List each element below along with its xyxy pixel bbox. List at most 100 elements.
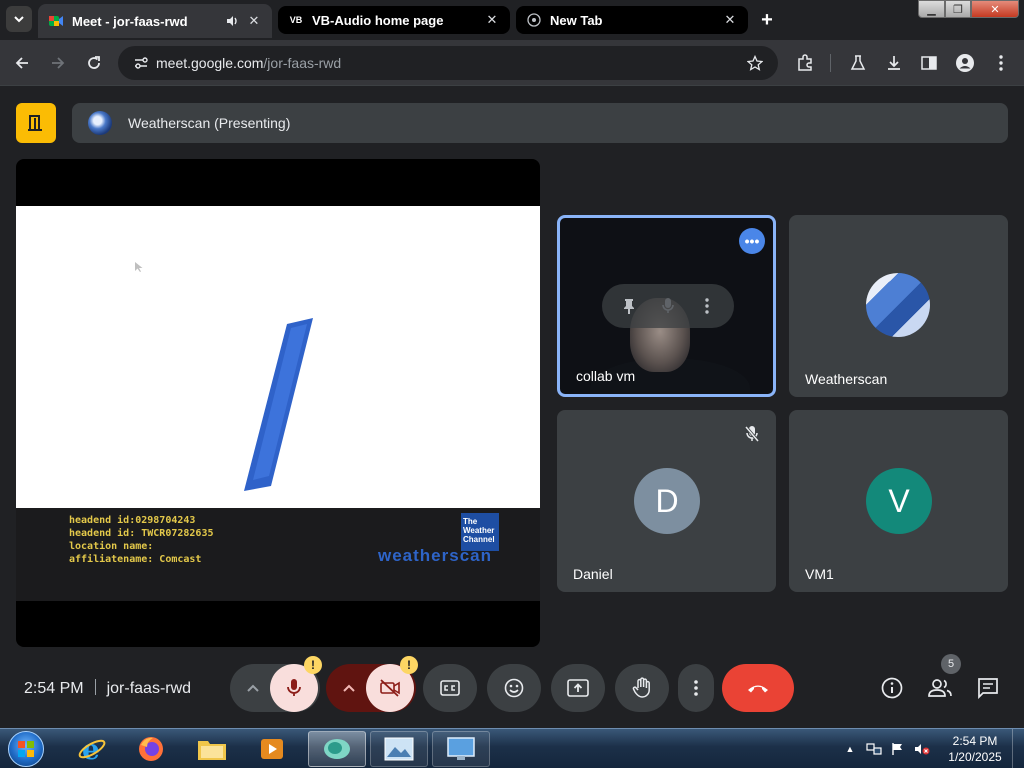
taskbar-clock[interactable]: 2:54 PM 1/20/2025 [940,733,1010,765]
pin-icon[interactable] [615,292,643,320]
profile-button[interactable] [952,50,978,76]
window-restore-button[interactable]: ❐ [945,0,971,18]
weatherscan-rotating-panel [244,318,313,491]
raise-hand-button[interactable] [615,664,669,712]
more-options-button[interactable]: ••• [739,228,765,254]
meeting-info-button[interactable] [878,674,906,702]
chat-icon [978,678,998,699]
firefox-taskbar-button[interactable] [127,731,175,767]
media-player-taskbar-button[interactable] [248,731,296,767]
window-minimize-button[interactable]: ▁ [918,0,945,18]
closed-caption-icon [440,680,460,696]
action-center-flag-icon[interactable] [890,741,906,757]
warning-badge: ! [304,656,322,674]
logo-line: The [463,517,478,526]
captions-button[interactable] [423,664,477,712]
chrome-taskbar-button[interactable] [308,731,366,767]
logo-line: Channel [463,535,495,544]
labs-button[interactable] [845,50,871,76]
tab-meet[interactable]: Meet - jor-faas-rwd ✕ [38,4,272,38]
side-panel-button[interactable] [916,50,942,76]
meeting-clock: 2:54 PM jor-faas-rwd [24,679,191,698]
chrome-menu-button[interactable] [988,50,1014,76]
tab-meet-label: Meet - jor-faas-rwd [72,13,188,29]
show-hidden-icons-button[interactable]: ▲ [842,741,858,757]
presenting-label: Weatherscan (Presenting) [128,115,291,131]
new-tab-button[interactable]: + [754,7,780,33]
close-icon[interactable]: ✕ [246,13,262,29]
screen: Meet - jor-faas-rwd ✕ VB VB-Audio home p… [0,0,1024,768]
site-info-icon[interactable] [126,55,156,71]
leave-call-button[interactable] [722,664,794,712]
internet-explorer-taskbar-button[interactable]: e [68,731,116,767]
microphone-button[interactable]: ! [270,656,322,712]
taskbar-clock-date: 1/20/2025 [948,750,1002,764]
participant-avatar [866,273,930,337]
participant-count-badge: 5 [941,654,961,674]
participant-name: Weatherscan [805,371,888,387]
reactions-button[interactable] [487,664,541,712]
participant-name: VM1 [805,566,834,582]
tab-strip: Meet - jor-faas-rwd ✕ VB VB-Audio home p… [0,0,1024,40]
file-explorer-taskbar-button[interactable] [188,731,236,767]
internet-explorer-icon: e [78,734,106,764]
participant-avatar: V [866,468,932,534]
warning-badge: ! [400,656,418,674]
presenting-banner: Weatherscan (Presenting) [72,103,1008,143]
taskbar-clock-time: 2:54 PM [952,734,998,748]
control-panel-taskbar-button[interactable] [432,731,490,767]
tab-vb-audio[interactable]: VB VB-Audio home page ✕ [278,6,510,34]
headend-id-twc-line: headend id: TWCR07282635 [69,528,214,539]
participant-name: collab vm [576,368,636,384]
participant-tile-vm1[interactable]: V VM1 [789,410,1008,592]
camera-button[interactable]: ! [366,656,418,712]
mic-off-icon [742,424,762,444]
more-vert-icon[interactable] [693,292,721,320]
firefox-icon [139,737,163,761]
presentation-stage[interactable]: headend id:0298704243 headend id: TWCR07… [16,159,540,647]
divider [94,679,96,695]
bookmark-star-icon[interactable] [740,55,770,71]
forward-button[interactable] [45,50,71,76]
start-button[interactable] [8,731,44,767]
speaker-icon[interactable] [224,13,240,29]
close-icon: ✕ [990,3,1000,16]
tab-new-tab[interactable]: New Tab ✕ [516,6,748,34]
volume-muted-icon[interactable] [914,741,930,757]
meeting-code: jor-faas-rwd [106,680,192,697]
window-close-button[interactable]: ✕ [971,0,1019,18]
reload-button[interactable] [81,50,107,76]
image-viewer-taskbar-button[interactable] [370,731,428,767]
extensions-button[interactable] [792,50,818,76]
tab-new-tab-label: New Tab [550,12,603,28]
more-horiz-icon: ••• [744,233,760,249]
back-button[interactable] [9,50,35,76]
address-bar[interactable]: meet.google.com/jor-faas-rwd [118,46,778,80]
participant-tile-daniel[interactable]: D Daniel [557,410,776,592]
browser-toolbar: meet.google.com/jor-faas-rwd [0,40,1024,86]
downloads-button[interactable] [881,50,907,76]
url-text: meet.google.com/jor-faas-rwd [156,55,740,71]
people-icon [928,679,952,697]
present-to-all-icon [567,679,589,697]
meeting-details-badge[interactable] [16,103,56,143]
more-vert-icon [999,55,1003,71]
mic-icon [287,679,301,696]
mic-icon[interactable] [654,292,682,320]
puzzle-icon [798,54,812,71]
present-screen-button[interactable] [551,664,605,712]
close-icon[interactable]: ✕ [722,12,738,28]
participant-tile-weatherscan[interactable]: Weatherscan [789,215,1008,397]
network-icon[interactable] [866,741,882,757]
close-icon[interactable]: ✕ [484,12,500,28]
chat-button[interactable] [974,674,1002,702]
restore-icon: ❐ [953,3,963,16]
participant-name: Daniel [573,566,613,582]
tab-search-button[interactable] [6,6,32,32]
videocam-off-icon [380,679,400,697]
show-desktop-button[interactable] [1012,729,1024,768]
participant-tile-collab-vm[interactable]: ••• collab vm [557,215,776,397]
more-options-button[interactable] [678,664,714,712]
door-icon [28,115,42,131]
people-button[interactable] [926,674,954,702]
